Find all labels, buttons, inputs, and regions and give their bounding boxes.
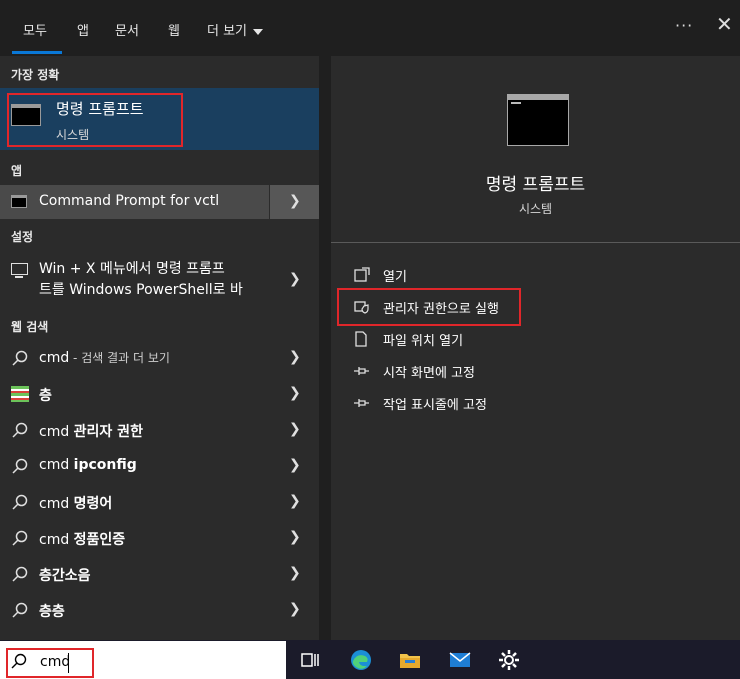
chevron-right-icon: ❯ <box>289 601 301 617</box>
highlight-box <box>337 288 521 326</box>
action-pin-to-start-label: 시작 화면에 고정 <box>383 366 475 381</box>
task-view-icon[interactable] <box>298 648 322 672</box>
search-icon <box>12 530 28 546</box>
web-result-label: cmd ipconfig <box>39 457 137 473</box>
web-result-label: 층층 <box>39 601 65 621</box>
action-pin-to-taskbar-label: 작업 표시줄에 고정 <box>383 398 487 413</box>
action-open-label: 열기 <box>383 270 407 285</box>
web-result-item[interactable]: cmd ipconfig ❯ <box>0 449 319 483</box>
search-icon <box>12 458 28 474</box>
best-match-header: 가장 정확 <box>11 68 60 82</box>
search-icon <box>12 422 28 438</box>
chevron-right-icon: ❯ <box>289 529 301 545</box>
web-result-item[interactable]: cmd 정품인증 ❯ <box>0 521 319 555</box>
search-icon <box>12 494 28 510</box>
tab-web[interactable]: 웹 <box>168 20 180 39</box>
pin-icon <box>354 367 369 375</box>
search-icon <box>12 602 28 618</box>
apps-header: 앱 <box>11 164 23 178</box>
settings-result-label: Win + X 메뉴에서 명령 프롬프 트를 Windows PowerShel… <box>39 259 243 301</box>
app-result-label: Command Prompt for vctl <box>39 193 220 209</box>
web-result-item[interactable]: cmd - 검색 결과 더 보기 ❯ <box>0 341 319 375</box>
mail-icon[interactable] <box>448 648 472 672</box>
command-prompt-icon <box>11 195 27 208</box>
chevron-right-icon: ❯ <box>289 565 301 581</box>
web-result-item[interactable]: 층 ❯ <box>0 377 319 411</box>
preview-pane: 명령 프롬프트 시스템 열기 관리자 권한으로 실행 파일 위치 열기 시작 화… <box>331 56 740 640</box>
web-query-text: cmd <box>39 457 74 473</box>
web-search-header: 웹 검색 <box>11 320 49 334</box>
web-result-label: 층 <box>39 385 52 405</box>
tab-all[interactable]: 모두 <box>23 20 47 39</box>
chevron-right-icon: ❯ <box>289 349 301 365</box>
chevron-right-icon: ❯ <box>289 271 301 287</box>
chevron-right-icon: ❯ <box>289 421 301 437</box>
settings-line-1: Win + X 메뉴에서 명령 프롬프 <box>39 261 225 277</box>
results-list: 가장 정확 명령 프롬프트 시스템 앱 Command Prompt for v… <box>0 56 319 640</box>
chevron-right-icon: ❯ <box>289 385 301 401</box>
highlight-box <box>6 648 94 678</box>
open-icon <box>354 267 370 282</box>
web-result-item[interactable]: cmd 명령어 ❯ <box>0 485 319 519</box>
tab-more[interactable]: 더 보기 <box>207 20 264 39</box>
web-result-label: cmd 관리자 권한 <box>39 421 143 441</box>
web-query-bold: 층 <box>39 388 52 404</box>
edge-icon[interactable] <box>349 648 373 672</box>
web-result-label: 층간소음 <box>39 565 91 585</box>
chevron-right-icon: ❯ <box>289 493 301 509</box>
search-icon <box>12 350 28 366</box>
settings-header: 설정 <box>11 230 34 244</box>
pin-icon <box>354 399 369 407</box>
web-result-item[interactable]: 층간소음 ❯ <box>0 557 319 591</box>
layer-icon <box>11 386 29 402</box>
web-result-item[interactable]: 층층 ❯ <box>0 593 319 627</box>
app-result-item[interactable]: Command Prompt for vctl ❯ <box>0 185 319 219</box>
web-result-label: cmd 명령어 <box>39 493 112 513</box>
web-query-text: cmd <box>39 532 74 548</box>
search-icon <box>12 566 28 582</box>
settings-gear-icon[interactable] <box>497 648 521 672</box>
more-options-button[interactable]: ··· <box>675 16 693 35</box>
highlight-box <box>7 93 183 147</box>
web-result-item[interactable]: cmd 관리자 권한 ❯ <box>0 413 319 447</box>
action-open[interactable]: 열기 <box>353 264 473 286</box>
close-button[interactable]: ✕ <box>716 14 733 34</box>
tab-apps[interactable]: 앱 <box>77 20 89 39</box>
settings-result-item[interactable]: Win + X 메뉴에서 명령 프롬프 트를 Windows PowerShel… <box>0 255 319 305</box>
tab-documents[interactable]: 문서 <box>115 20 139 39</box>
monitor-icon <box>11 263 28 278</box>
chevron-right-icon: ❯ <box>289 193 301 209</box>
web-query-bold: 관리자 권한 <box>73 424 143 440</box>
web-query-text: cmd <box>39 350 70 366</box>
action-pin-to-start[interactable]: 시작 화면에 고정 <box>353 360 513 382</box>
command-prompt-icon <box>507 94 569 146</box>
settings-line-2: 트를 Windows PowerShell로 바 <box>39 282 243 298</box>
search-tab-bar: 모두 앱 문서 웹 더 보기 ··· ✕ <box>0 0 740 56</box>
preview-subtitle: 시스템 <box>518 202 553 216</box>
chevron-down-icon <box>253 28 264 35</box>
folder-icon <box>355 331 367 347</box>
active-tab-indicator <box>12 51 62 54</box>
taskbar: cmd <box>0 640 740 679</box>
tab-more-label: 더 보기 <box>207 24 248 39</box>
web-result-label: cmd - 검색 결과 더 보기 <box>39 349 170 366</box>
chevron-right-icon: ❯ <box>289 457 301 473</box>
web-query-bold: ipconfig <box>73 457 137 473</box>
action-open-file-location[interactable]: 파일 위치 열기 <box>353 328 513 350</box>
web-query-text: cmd <box>39 496 74 512</box>
web-query-bold: 층층 <box>39 604 65 620</box>
divider <box>331 242 740 243</box>
preview-title: 명령 프롬프트 <box>485 175 586 195</box>
action-open-file-location-label: 파일 위치 열기 <box>383 334 464 349</box>
web-query-text: cmd <box>39 424 74 440</box>
action-pin-to-taskbar[interactable]: 작업 표시줄에 고정 <box>353 392 513 414</box>
web-query-suffix: - 검색 결과 더 보기 <box>69 351 170 365</box>
web-query-bold: 명령어 <box>73 496 113 512</box>
web-query-bold: 층간소음 <box>39 568 91 584</box>
web-result-label: cmd 정품인증 <box>39 529 125 549</box>
web-query-bold: 정품인증 <box>73 532 126 548</box>
file-explorer-icon[interactable] <box>398 648 422 672</box>
